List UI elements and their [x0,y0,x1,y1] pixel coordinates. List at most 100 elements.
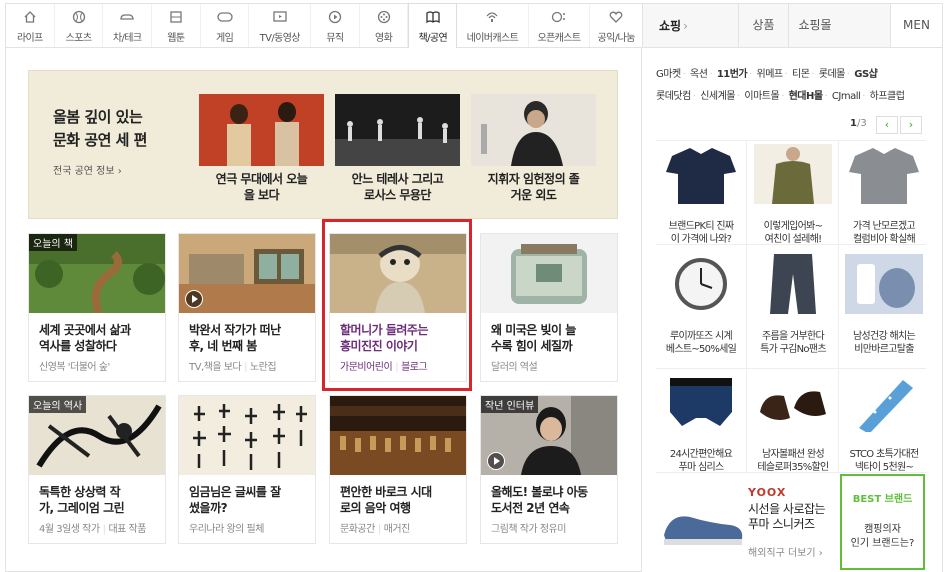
banner-caption[interactable]: 시선을 사로잡는 푸마 스니커즈 [748,502,826,532]
content-card[interactable]: 편안한 바로크 시대 로의 음악 여행 문화공간 | 매거진 [329,395,467,544]
feature-thumbnail-dance[interactable] [335,94,460,166]
product-item[interactable]: 남성건강 해치는비만바르고탈출 [838,254,930,356]
overseas-shopping-link[interactable]: 해외직구 더보기 › [748,544,823,559]
product-item[interactable]: 루이까또즈 시계 베스트~50%세일 [655,254,747,356]
caption-line: 주름을 거부한다 [762,331,825,342]
card-source: TV,책을 보다 [189,362,242,373]
content-card[interactable]: 왜 미국은 빚이 늘 수록 힘이 세질까 달러의 역설 [480,233,618,382]
shop-tab-products[interactable]: 상품 [738,4,788,47]
tab-label: 영화 [374,33,393,44]
best-brand-caption: 캠핑의자 인기 브랜드는? [842,523,923,551]
content-card[interactable]: 임금님은 글씨를 잘 썼을까? 우리나라 왕의 필체 [178,395,316,544]
feature-thumbnail-theater[interactable] [199,94,324,166]
card-title: 왜 미국은 빚이 늘 수록 힘이 세질까 [491,322,613,354]
best-brand-banner[interactable]: BEST 브랜드 캠핑의자 인기 브랜드는? [840,474,925,570]
product-item[interactable]: 남자볼패션 완성 테슬로퍼35%할인 [747,372,839,474]
content-card[interactable]: 오늘의 역사 독특한 상상력 작 가, 그레이엄 그린 4월 3일생 작가 | 대표 … [28,395,166,544]
divider: · [749,69,752,80]
performance-info-link[interactable]: 전국 공연 정보 › [53,162,122,177]
feature-thumbnail-conductor[interactable] [471,94,596,166]
tab-label: TV/동영상 [259,33,301,44]
mall-row: 롯데닷컴 · 신세계몰 · 이마트몰 · 현대H몰 · CJmall · 하프클럽 [656,86,936,108]
caption-line: 넥타이 5천원~ [854,462,914,473]
card-title-line: 편안한 바로크 시대 [340,485,432,499]
mall-link[interactable]: 11번가 [717,69,748,80]
tab-movie[interactable]: 영화 [360,4,409,47]
mall-link[interactable]: 롯데몰 [819,69,846,80]
feature-title[interactable]: 올봄 깊이 있는 문화 공연 세 편 [53,106,147,152]
card-subsource: 매거진 [383,524,411,535]
product-item[interactable]: 가격 난모르겠고 컬럼비아 확실해 [838,144,930,246]
divider: | [102,524,106,535]
product-item[interactable]: 브랜드PK티 진짜 이 가격에 나와? [655,144,747,246]
tab-opencast[interactable]: 오픈캐스트 [529,4,591,47]
tab-sports[interactable]: 스포츠 [55,4,104,47]
card-subsource: 노란집 [249,362,277,373]
tab-webtoon[interactable]: 웹툰 [152,4,201,47]
chevron-left-icon: ‹ [884,118,890,131]
mall-link[interactable]: G마켓 [656,69,681,80]
card-meta: TV,책을 보다 | 노란집 [189,358,277,373]
home-icon [6,10,54,26]
caption-line: 이렇게입어봐~ [763,221,823,232]
mall-link[interactable]: 이마트몰 [744,91,779,102]
shopping-title: 쇼핑 [659,19,682,33]
feature-caption[interactable]: 연극 무대에서 오늘 을 보다 [199,171,324,203]
product-item[interactable]: 24시간편안해요 푸마 심리스 [655,372,747,474]
caption-line: 안느 테레사 그리고 [351,172,444,186]
tab-navercast[interactable]: 네이버캐스트 [457,4,529,47]
tab-life[interactable]: 라이프 [6,4,55,47]
tab-game[interactable]: 게임 [201,4,250,47]
tab-public-sharing[interactable]: 공익/나눔 [590,4,642,47]
tab-tv-video[interactable]: TV/동영상 [249,4,312,47]
tv-icon [249,10,310,26]
shopping-title-link[interactable]: 쇼핑 › [643,17,738,34]
mall-link[interactable]: 현대H몰 [789,91,823,102]
mall-link[interactable]: 하프클럽 [870,91,905,102]
product-item[interactable]: 이렇게입어봐~ 여친이 설레해! [747,144,839,246]
content-card[interactable]: 박완서 작가가 떠난 후, 네 번째 봄 TV,책을 보다 | 노란집 [178,233,316,382]
card-meta: 문화공간 | 매거진 [340,520,410,535]
mall-link[interactable]: 롯데닷컴 [656,91,691,102]
prev-page-button[interactable]: ‹ [876,116,898,134]
next-page-button[interactable]: › [900,116,922,134]
caption-line: 남성건강 해치는 [853,331,916,342]
card-title-line: 세계 곳곳에서 삶과 [39,323,131,337]
caption-line: 컬럼비아 확실해 [853,234,916,245]
mall-link[interactable]: 신세계몰 [700,91,735,102]
tab-label: 스포츠 [65,33,92,44]
men-tab[interactable]: MEN [890,4,942,47]
divider [656,140,926,141]
product-caption: 주름을 거부한다 특가 구김No팬츠 [747,330,839,356]
mall-link[interactable]: 위메프 [757,69,784,80]
mall-link[interactable]: 티몬 [792,69,810,80]
tab-car-tech[interactable]: 차/테크 [103,4,153,47]
caption-line: 시선을 사로잡는 [748,502,826,516]
mall-row: G마켓 · 옥션 · 11번가 · 위메프 · 티몬 · 롯데몰 · GS샵 [656,64,936,86]
ball-icon [55,10,103,26]
card-title-line: 역사를 성찰하다 [39,339,117,353]
card-thumbnail: 작년 인터뷰 [481,396,617,475]
feature-caption[interactable]: 안느 테레사 그리고 로사스 무용단 [335,171,460,203]
content-card[interactable]: 오늘의 책 세계 곳곳에서 삶과 역사를 성찰하다 신영복 '더불어 숲' [28,233,166,382]
card-title: 박완서 작가가 떠난 후, 네 번째 봄 [189,322,311,354]
product-item[interactable]: STCO 초특가대전 넥타이 5천원~ [838,372,930,474]
mall-link[interactable]: 옥션 [690,69,708,80]
product-image-loafers [754,372,832,446]
caption-line: 브랜드PK티 진짜 [668,221,734,232]
tab-music[interactable]: 뮤직 [311,4,360,47]
content-card[interactable]: 작년 인터뷰 올해도! 볼로냐 아동 도서전 2년 연속 그림책 작가 정유미 [480,395,618,544]
card-title: 임금님은 글씨를 잘 썼을까? [189,484,311,516]
mall-link[interactable]: GS샵 [854,69,878,80]
mall-link[interactable]: CJmall [832,91,861,102]
tab-books-performance[interactable]: 책/공연 [408,3,458,48]
feature-caption[interactable]: 지휘자 임헌정의 졸 거운 외도 [471,171,596,203]
product-item[interactable]: 주름을 거부한다 특가 구김No팬츠 [747,254,839,356]
webtoon-icon [152,10,200,26]
shop-tab-malls[interactable]: 쇼핑몰 [788,4,841,47]
opencast-icon [529,10,590,26]
caption-line: 비만바르고탈출 [854,344,914,355]
card-source: 달러의 역설 [491,362,538,373]
card-title-line: 도서전 2년 연속 [491,501,570,515]
divider: · [692,91,696,102]
